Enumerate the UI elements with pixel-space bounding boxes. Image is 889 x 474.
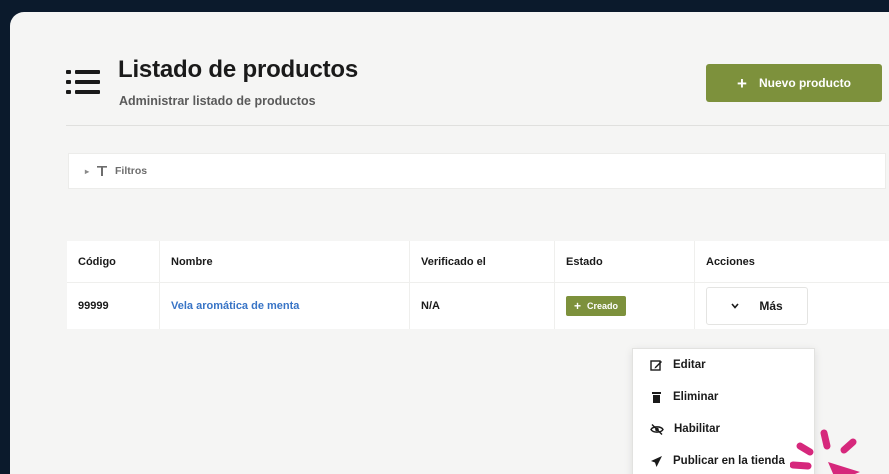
- menu-item-publicar[interactable]: Publicar en la tienda: [633, 445, 814, 474]
- plus-icon: +: [737, 73, 747, 93]
- column-header-estado: Estado: [555, 241, 695, 282]
- menu-item-label: Habilitar: [674, 423, 721, 435]
- new-product-label: Nuevo producto: [758, 76, 851, 90]
- more-actions-label: Más: [759, 299, 783, 313]
- cell-verificado: N/A: [410, 283, 555, 329]
- column-header-acciones: Acciones: [706, 255, 755, 268]
- cell-acciones: Más: [695, 283, 889, 329]
- status-badge-label: Creado: [587, 301, 619, 311]
- status-badge: + Creado: [566, 296, 627, 316]
- column-header-verificado: Verificado el: [410, 241, 555, 282]
- table-row: 99999 Vela aromática de menta N/A + Crea…: [67, 283, 889, 329]
- list-menu-icon[interactable]: [66, 70, 100, 98]
- paper-plane-icon: [651, 455, 662, 467]
- chevron-down-icon: [731, 303, 739, 309]
- products-table: Código Nombre Verificado el Estado Accio…: [67, 241, 889, 329]
- menu-item-label: Eliminar: [673, 391, 719, 403]
- more-actions-button[interactable]: Más: [706, 287, 808, 325]
- edit-icon: [650, 359, 662, 371]
- table-header-row: Código Nombre Verificado el Estado Accio…: [67, 241, 889, 283]
- actions-dropdown-menu: Editar Eliminar Habilitar Publicar en la…: [632, 348, 815, 474]
- click-highlight-icon: [790, 429, 860, 474]
- cell-nombre: Vela aromática de menta: [160, 283, 410, 329]
- filters-bar[interactable]: ▸ Filtros: [68, 153, 886, 189]
- menu-item-eliminar[interactable]: Eliminar: [633, 381, 814, 413]
- header-divider: [66, 125, 889, 126]
- page-title: Listado de productos: [118, 56, 359, 83]
- cell-codigo: 99999: [67, 283, 160, 329]
- menu-item-editar[interactable]: Editar: [633, 349, 814, 381]
- eye-slash-icon: [650, 423, 664, 435]
- column-header-codigo: Código: [67, 241, 160, 282]
- column-header-nombre: Nombre: [160, 241, 410, 282]
- new-product-button[interactable]: + Nuevo producto: [706, 64, 882, 102]
- chevron-right-icon: ▸: [85, 166, 90, 176]
- app-window: Listado de productos Administrar listado…: [10, 12, 889, 474]
- menu-item-label: Publicar en la tienda: [673, 455, 785, 467]
- product-name-link[interactable]: Vela aromática de menta: [171, 300, 299, 312]
- filters-label: Filtros: [115, 165, 148, 177]
- trash-icon: [652, 391, 661, 403]
- menu-item-habilitar[interactable]: Habilitar: [633, 413, 814, 445]
- filter-icon: [97, 166, 108, 176]
- menu-item-label: Editar: [673, 359, 706, 371]
- page-subtitle: Administrar listado de productos: [119, 94, 316, 108]
- cell-estado: + Creado: [555, 283, 695, 329]
- plus-icon: +: [574, 299, 582, 313]
